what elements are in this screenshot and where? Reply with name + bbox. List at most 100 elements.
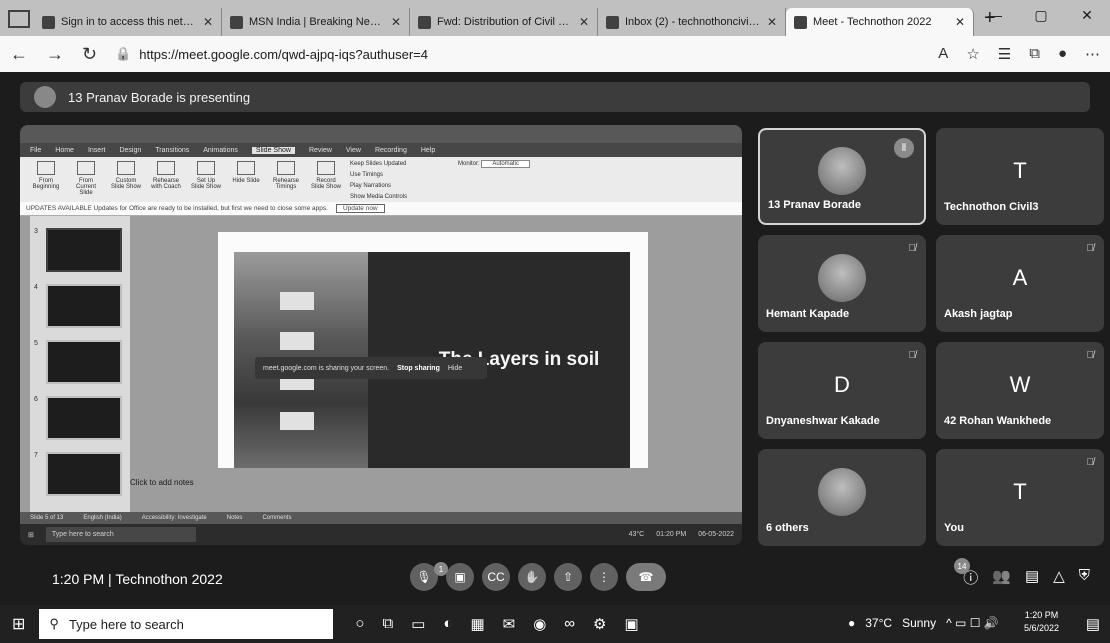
notification-icon[interactable]: ▤: [1086, 615, 1100, 633]
ppt-menu-item: Review: [308, 146, 332, 154]
close-tab-icon[interactable]: ✕: [391, 15, 401, 29]
close-tab-icon[interactable]: ✕: [955, 15, 965, 29]
profile-icon[interactable]: ●: [1058, 45, 1067, 63]
clock-time: 1:20 PM: [1024, 610, 1059, 620]
inner-weather: 43°C: [628, 531, 645, 538]
slide-thumbnail: [46, 452, 122, 496]
ribbon-icon: [37, 161, 55, 175]
monitor-group: Monitor: Automatic: [458, 160, 558, 172]
collections-icon[interactable]: ⧉: [1029, 45, 1040, 63]
presenter-avatar: [34, 86, 56, 108]
participant-name: 6 others: [766, 522, 809, 534]
store-icon[interactable]: ▦: [470, 615, 484, 633]
windows-taskbar: ⊞ ⚲ Type here to search ○ ⧉ ▭ ◐ ▦ ✉ ◉ ∞ …: [0, 605, 1110, 643]
thumb-number: 6: [34, 396, 38, 403]
ribbon-icon: [277, 161, 295, 175]
ppt-menu-item: Slide Show: [251, 146, 295, 154]
ribbon-icon: [117, 161, 135, 175]
browser-tab[interactable]: MSN India | Breaking News, E ✕: [222, 8, 410, 36]
stop-sharing-button[interactable]: Stop sharing: [397, 365, 440, 372]
app-icon[interactable]: ▣: [624, 615, 638, 633]
ppt-menu-item: Recording: [374, 146, 407, 154]
forward-icon[interactable]: →: [46, 44, 64, 65]
ribbon-checkbox: Show Media Controls: [350, 194, 408, 200]
taskbar-clock[interactable]: 1:20 PM 5/6/2022: [1024, 609, 1059, 635]
back-icon[interactable]: ←: [10, 44, 28, 65]
weather-widget[interactable]: ● 37°C Sunny ^ ▭ ☐ 🔊: [848, 616, 999, 630]
address-field[interactable]: 🔒 https://meet.google.com/qwd-ajpq-iqs?a…: [115, 46, 920, 62]
browser-tab[interactable]: Inbox (2) - technothoncivil3@ ✕: [598, 8, 786, 36]
browser-tab[interactable]: Sign in to access this network ✕: [34, 8, 222, 36]
thumb-number: 5: [34, 340, 38, 347]
participant-tile[interactable]: W 🎙̸ 42 Rohan Wankhede: [936, 342, 1104, 439]
close-tab-icon[interactable]: ✕: [203, 15, 213, 29]
ppt-menu-item: Insert: [87, 146, 106, 154]
chat-icon[interactable]: ▤: [1025, 567, 1039, 588]
menu-icon[interactable]: ⋯: [1085, 45, 1100, 63]
participant-tile[interactable]: 6 others: [758, 449, 926, 546]
raise-hand-icon[interactable]: ✋: [518, 563, 546, 591]
ribbon-button: Rehearse with Coach: [150, 161, 182, 196]
browser-tab[interactable]: Fwd: Distribution of Civil Dep ✕: [410, 8, 598, 36]
task-view-icon[interactable]: ⧉: [382, 615, 393, 633]
tab-actions-icon[interactable]: [8, 10, 30, 28]
captions-button[interactable]: CC: [482, 563, 510, 591]
ribbon-icon: [157, 161, 175, 175]
cortana-icon[interactable]: ○: [355, 615, 364, 633]
close-window-icon[interactable]: ✕: [1064, 0, 1110, 30]
tray-icons[interactable]: ^ ▭ ☐ 🔊: [946, 616, 999, 630]
ribbon-button: Hide Slide: [230, 161, 262, 196]
status-item: Comments: [262, 515, 292, 521]
presenting-banner: 13 Pranav Borade is presenting: [20, 82, 1090, 112]
people-icon[interactable]: 👥: [992, 567, 1011, 588]
chrome-icon[interactable]: ◉: [533, 615, 546, 633]
activities-icon[interactable]: △: [1053, 567, 1065, 588]
edge-icon[interactable]: ◐: [443, 615, 452, 633]
ribbon-button: From Current Slide: [70, 161, 102, 196]
camera-icon[interactable]: ▣: [446, 563, 474, 591]
favorites-list-icon[interactable]: ☰: [998, 45, 1011, 63]
participant-tile[interactable]: A 🎙̸ Akash jagtap: [936, 235, 1104, 332]
browser-tab[interactable]: Meet - Technothon 2022 ✕: [786, 8, 974, 36]
hide-button[interactable]: Hide: [448, 365, 462, 372]
ribbon-checks: Keep Slides Updated Use Timings Play Narra…: [350, 161, 450, 205]
file-explorer-icon[interactable]: ▭: [411, 615, 425, 633]
participant-tile[interactable]: T 🎙̸ You: [936, 449, 1104, 546]
ribbon-icon: [317, 161, 335, 175]
present-icon[interactable]: ⇧: [554, 563, 582, 591]
participant-tile[interactable]: 🎙̸ Hemant Kapade: [758, 235, 926, 332]
status-item: Accessibility: Investigate: [141, 515, 207, 521]
tab-favicon-icon: [418, 15, 431, 29]
favorite-icon[interactable]: ☆: [966, 45, 979, 63]
notes-placeholder[interactable]: Click to add notes: [130, 478, 194, 487]
call-controls: 🎙 ▣ CC ✋ ⇧ ⋮ ☎: [410, 563, 666, 591]
minimize-icon[interactable]: —: [972, 0, 1018, 30]
meet-control-bar: 1:20 PM | Technothon 2022 🎙 ▣ CC ✋ ⇧ ⋮ ☎…: [0, 553, 1110, 605]
ribbon-button: Rehearse Timings: [270, 161, 302, 196]
update-now-button[interactable]: Update now: [335, 204, 385, 213]
tab-title: Sign in to access this network: [61, 16, 197, 28]
meeting-name: Technothon 2022: [115, 571, 223, 587]
end-call-icon[interactable]: ☎: [626, 563, 666, 591]
tab-title: MSN India | Breaking News, E: [249, 16, 385, 28]
close-tab-icon[interactable]: ✕: [767, 15, 777, 29]
status-item: Slide 5 of 13: [30, 515, 64, 521]
taskbar-search[interactable]: ⚲ Type here to search: [39, 609, 334, 639]
mail-icon[interactable]: ✉: [503, 615, 516, 633]
participant-tile[interactable]: D 🎙̸ Dnyaneshwar Kakade: [758, 342, 926, 439]
ribbon-label: Record Slide Show: [310, 178, 342, 190]
refresh-icon[interactable]: ↻: [82, 44, 97, 65]
settings-icon[interactable]: ⚙: [593, 615, 606, 633]
read-aloud-icon[interactable]: A: [938, 45, 948, 63]
maximize-icon[interactable]: ▢: [1018, 0, 1064, 30]
participant-tile[interactable]: ⦀ 13 Pranav Borade: [758, 128, 926, 225]
update-bar: UPDATES AVAILABLE Updates for Office are…: [20, 202, 742, 216]
participant-tile[interactable]: T Technothon Civil3: [936, 128, 1104, 225]
monitor-select[interactable]: Automatic: [481, 160, 531, 168]
more-icon[interactable]: ⋮: [590, 563, 618, 591]
close-tab-icon[interactable]: ✕: [579, 15, 589, 29]
host-controls-icon[interactable]: ⛨: [1079, 567, 1090, 588]
windows-start-icon[interactable]: ⊞: [12, 614, 25, 634]
thumb-number: 3: [34, 228, 38, 235]
app-icon[interactable]: ∞: [564, 615, 575, 633]
